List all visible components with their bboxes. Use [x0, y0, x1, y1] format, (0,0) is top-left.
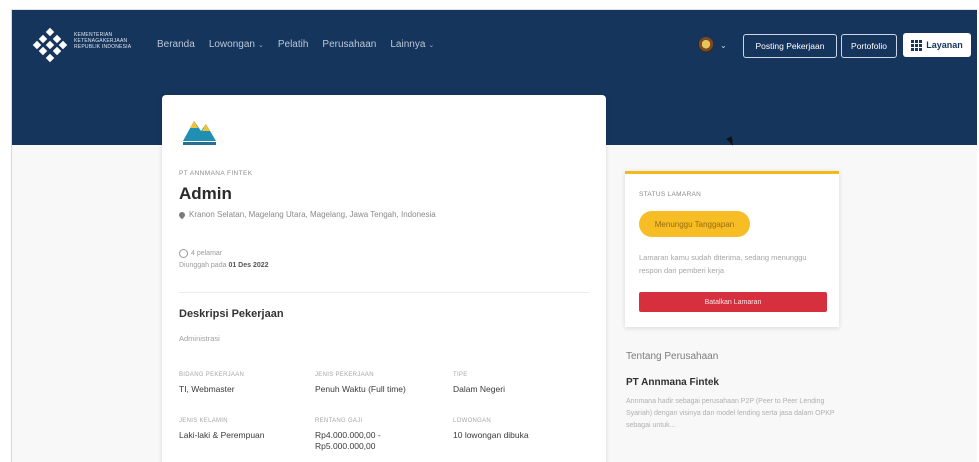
- job-description-heading: Deskripsi Pekerjaan: [179, 308, 284, 320]
- nav-label: Lainnya: [390, 39, 426, 50]
- clock-icon: [179, 249, 188, 258]
- detail-jenis-kelamin: JENIS KELAMIN Laki-laki & Perempuan: [179, 418, 309, 441]
- chevron-down-icon: ⌄: [257, 41, 264, 49]
- nav-label: Perusahaan: [322, 39, 377, 50]
- location-pin-icon: [177, 210, 187, 219]
- detail-value: Penuh Waktu (Full time): [315, 384, 406, 394]
- nav-beranda[interactable]: Beranda: [157, 39, 195, 50]
- detail-jenis-pekerjaan: JENIS PEKERJAAN Penuh Waktu (Full time): [315, 372, 445, 395]
- chevron-down-icon: ⌄: [428, 41, 435, 49]
- detail-rentang-gaji: RENTANG GAJI Rp4.000.000,00 - Rp5.000.00…: [315, 418, 445, 452]
- about-company-heading: Tentang Perusahaan: [626, 351, 719, 362]
- detail-lowongan: LOWONGAN 10 lowongan dibuka: [453, 418, 583, 441]
- job-location: Kranon Selatan, Magelang Utara, Magelang…: [177, 210, 436, 219]
- detail-label: BIDANG PEKERJAAN: [179, 372, 245, 378]
- logo-wordmark: KEMENTERIAN KETENAGAKERJAAN REPUBLIK IND…: [74, 32, 146, 50]
- detail-label: JENIS PEKERJAAN: [315, 372, 374, 378]
- detail-tipe: TIPE Dalam Negeri: [453, 372, 583, 395]
- detail-value: 10 lowongan dibuka: [453, 430, 529, 440]
- status-description: Lamaran kamu sudah diterima, sedang menu…: [639, 253, 807, 275]
- location-text: Kranon Selatan, Magelang Utara, Magelang…: [189, 210, 436, 219]
- about-company-name[interactable]: PT Annmana Fintek: [626, 377, 719, 388]
- main-nav: Beranda Lowongan ⌄ Pelatih Perusahaan Lai…: [157, 39, 434, 50]
- detail-label: LOWONGAN: [453, 418, 492, 424]
- posted-date: Diunggah pada 01 Des 2022: [179, 262, 269, 269]
- detail-label: RENTANG GAJI: [315, 418, 363, 424]
- company-name: PT ANNMANA FINTEK: [179, 170, 253, 177]
- user-avatar-menu[interactable]: ⌄: [698, 37, 727, 53]
- detail-bidang: BIDANG PEKERJAAN TI, Webmaster: [179, 372, 309, 395]
- posted-prefix: Diunggah pada: [179, 262, 227, 269]
- detail-value: Rp4.000.000,00 - Rp5.000.000,00: [315, 430, 381, 451]
- nav-perusahaan[interactable]: Perusahaan: [322, 39, 376, 50]
- posting-pekerjaan-button[interactable]: Posting Pekerjaan: [743, 34, 837, 58]
- applicant-text: 4 pelamar: [191, 250, 223, 257]
- kemnaker-logo-icon[interactable]: [32, 27, 68, 63]
- detail-label: JENIS KELAMIN: [179, 418, 228, 424]
- nav-label: Lowongan: [208, 39, 255, 50]
- company-logo-icon: [183, 121, 216, 145]
- nav-label: Pelatih: [277, 39, 309, 50]
- browser-viewport: KEMENTERIAN KETENAGAKERJAAN REPUBLIK IND…: [11, 9, 977, 462]
- detail-value: Dalam Negeri: [453, 384, 505, 394]
- job-title: Admin: [179, 184, 232, 203]
- chevron-down-icon: ⌄: [720, 40, 727, 50]
- job-detail-card: PT ANNMANA FINTEK Admin Kranon Selatan, …: [162, 95, 606, 462]
- layanan-label: Layanan: [926, 40, 963, 50]
- posted-date-value: 01 Des 2022: [228, 262, 269, 269]
- detail-label: TIPE: [453, 372, 468, 378]
- portofolio-button[interactable]: Portofolio: [841, 34, 897, 58]
- detail-value: TI, Webmaster: [179, 384, 235, 394]
- status-label: STATUS LAMARAN: [639, 191, 702, 198]
- nav-pelatih[interactable]: Pelatih: [278, 39, 309, 50]
- job-description-text: Administrasi: [179, 334, 220, 343]
- top-navbar: KEMENTERIAN KETENAGAKERJAAN REPUBLIK IND…: [12, 10, 977, 80]
- screenshot-frame: KEMENTERIAN KETENAGAKERJAAN REPUBLIK IND…: [0, 0, 979, 462]
- divider: [179, 292, 589, 293]
- about-company-description: Annmana hadir sebagai perusahaan P2P (Pe…: [626, 398, 835, 429]
- avatar: [698, 37, 714, 53]
- nav-label: Beranda: [157, 39, 195, 50]
- grid-icon: [911, 40, 923, 51]
- cancel-application-button[interactable]: Batalkan Lamaran: [639, 292, 827, 312]
- nav-lowongan[interactable]: Lowongan ⌄: [209, 39, 264, 50]
- logo-line: REPUBLIK INDONESIA: [74, 44, 132, 50]
- status-badge: Menunggu Tanggapan: [639, 211, 750, 237]
- layanan-button[interactable]: Layanan: [903, 33, 971, 57]
- nav-lainnya[interactable]: Lainnya ⌄: [390, 39, 434, 50]
- applicant-count: 4 pelamar: [179, 249, 222, 258]
- application-status-card: STATUS LAMARAN Menunggu Tanggapan Lamara…: [625, 171, 839, 327]
- detail-value: Laki-laki & Perempuan: [179, 430, 265, 440]
